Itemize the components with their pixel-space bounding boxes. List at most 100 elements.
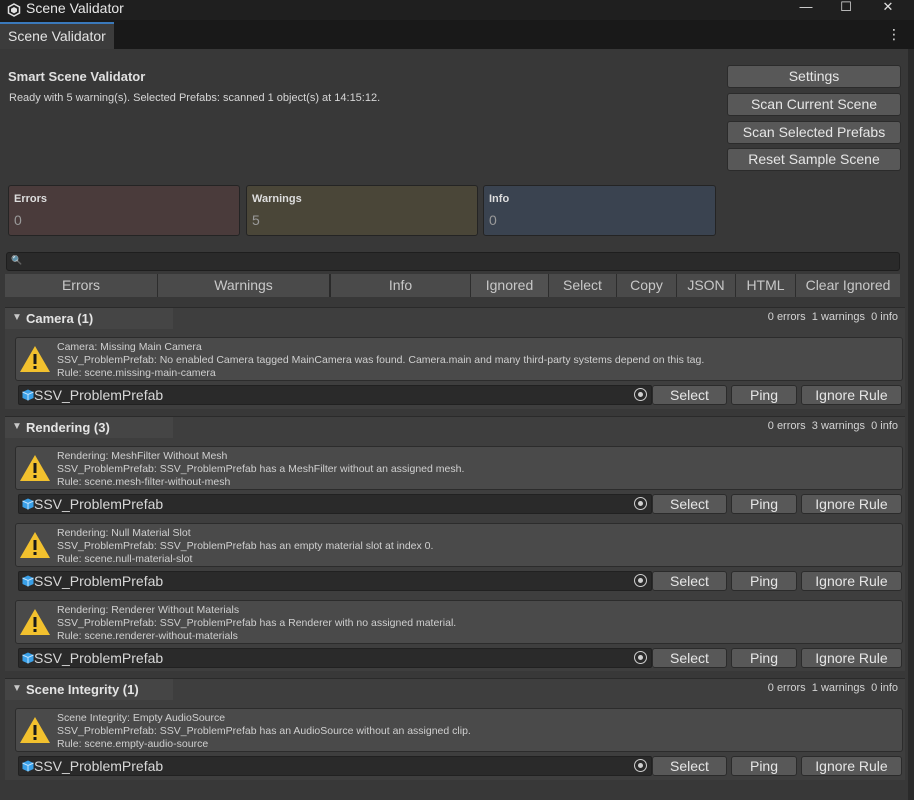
- ignored-filter-toggle[interactable]: Ignored: [471, 274, 549, 297]
- select-button[interactable]: Select: [652, 571, 727, 591]
- prefab-cube-icon: [22, 652, 34, 664]
- foldout-triangle-icon[interactable]: ▼: [12, 421, 22, 432]
- tab-strip: Scene Validator ⋮: [0, 20, 914, 49]
- prefab-cube-icon: [22, 389, 34, 401]
- maximize-button[interactable]: ☐: [826, 0, 866, 16]
- select-button[interactable]: Select: [652, 648, 727, 668]
- issue-rule: Rule: scene.mesh-filter-without-mesh: [57, 476, 231, 488]
- group-camera: ▼ Camera (1) 0 errors 1 warnings 0 info …: [5, 307, 905, 409]
- group-header[interactable]: ▼ Scene Integrity (1): [5, 679, 173, 700]
- ping-button[interactable]: Ping: [731, 385, 797, 405]
- minimize-button[interactable]: —: [786, 0, 826, 16]
- group-header[interactable]: ▼ Camera (1): [5, 308, 173, 329]
- settings-button[interactable]: Settings: [727, 65, 901, 88]
- warnings-stat-value: 5: [252, 212, 260, 228]
- issue-detail: SSV_ProblemPrefab: SSV_ProblemPrefab has…: [57, 463, 465, 475]
- issue-title: Scene Integrity: Empty AudioSource: [57, 712, 226, 724]
- warning-icon: [20, 346, 50, 372]
- foldout-triangle-icon[interactable]: ▼: [12, 312, 22, 323]
- issue-detail: SSV_ProblemPrefab: SSV_ProblemPrefab has…: [57, 540, 434, 552]
- group-counts: 0 errors 3 warnings 0 info: [767, 420, 898, 432]
- ping-button[interactable]: Ping: [731, 571, 797, 591]
- export-json-button[interactable]: JSON: [677, 274, 736, 297]
- issue-title: Camera: Missing Main Camera: [57, 341, 202, 353]
- ignore-rule-button[interactable]: Ignore Rule: [801, 571, 902, 591]
- object-picker-icon[interactable]: [634, 388, 647, 401]
- prefab-cube-icon: [22, 760, 34, 772]
- search-input[interactable]: 🔍: [6, 252, 900, 271]
- clear-ignored-button[interactable]: Clear Ignored: [796, 274, 900, 297]
- object-name: SSV_ProblemPrefab: [34, 573, 164, 589]
- export-html-button[interactable]: HTML: [736, 274, 796, 297]
- info-stat-box: Info 0: [483, 185, 716, 236]
- ping-button[interactable]: Ping: [731, 648, 797, 668]
- ping-button[interactable]: Ping: [731, 494, 797, 514]
- issue-detail: SSV_ProblemPrefab: SSV_ProblemPrefab has…: [57, 617, 457, 629]
- ignore-rule-button[interactable]: Ignore Rule: [801, 385, 902, 405]
- object-picker-icon[interactable]: [634, 497, 647, 510]
- group-header[interactable]: ▼ Rendering (3): [5, 417, 173, 438]
- issue-message-box: Rendering: Null Material Slot SSV_Proble…: [15, 523, 903, 567]
- tab-scene-validator[interactable]: Scene Validator: [0, 22, 114, 49]
- object-picker-icon[interactable]: [634, 759, 647, 772]
- object-field[interactable]: SSV_ProblemPrefab: [18, 648, 652, 668]
- group-counts: 0 errors 1 warnings 0 info: [767, 311, 898, 323]
- select-button[interactable]: Select: [652, 494, 727, 514]
- object-name: SSV_ProblemPrefab: [34, 387, 164, 403]
- foldout-triangle-icon[interactable]: ▼: [12, 683, 22, 694]
- issue-message-box: Rendering: MeshFilter Without Mesh SSV_P…: [15, 446, 903, 490]
- object-picker-icon[interactable]: [634, 651, 647, 664]
- scan-current-scene-button[interactable]: Scan Current Scene: [727, 93, 901, 116]
- copy-button[interactable]: Copy: [617, 274, 677, 297]
- object-field[interactable]: SSV_ProblemPrefab: [18, 756, 652, 776]
- search-icon: 🔍: [11, 255, 23, 265]
- window-title-bar: Scene Validator — ☐ ✕: [0, 0, 914, 20]
- issue-title: Rendering: Null Material Slot: [57, 527, 191, 539]
- ignore-rule-button[interactable]: Ignore Rule: [801, 494, 902, 514]
- issue-rule: Rule: scene.missing-main-camera: [57, 367, 216, 379]
- object-name: SSV_ProblemPrefab: [34, 496, 164, 512]
- ignore-rule-button[interactable]: Ignore Rule: [801, 756, 902, 776]
- info-filter-toggle[interactable]: Info: [331, 274, 471, 297]
- warning-icon: [20, 455, 50, 481]
- prefab-cube-icon: [22, 498, 34, 510]
- group-title: Camera (1): [26, 311, 94, 326]
- issue-title: Rendering: MeshFilter Without Mesh: [57, 450, 228, 462]
- ping-button[interactable]: Ping: [731, 756, 797, 776]
- issue-title: Rendering: Renderer Without Materials: [57, 604, 240, 616]
- warning-icon: [20, 609, 50, 635]
- object-field[interactable]: SSV_ProblemPrefab: [18, 494, 652, 514]
- tab-menu-icon[interactable]: ⋮: [887, 26, 901, 42]
- object-field[interactable]: SSV_ProblemPrefab: [18, 571, 652, 591]
- warnings-filter-toggle[interactable]: Warnings: [158, 274, 331, 297]
- issue-message-box: Camera: Missing Main Camera SSV_ProblemP…: [15, 337, 903, 381]
- issue-rule: Rule: scene.empty-audio-source: [57, 738, 209, 750]
- warning-icon: [20, 717, 50, 743]
- info-stat-label: Info: [489, 193, 510, 205]
- object-name: SSV_ProblemPrefab: [34, 758, 164, 774]
- select-button[interactable]: Select: [652, 385, 727, 405]
- group-rendering: ▼ Rendering (3) 0 errors 3 warnings 0 in…: [5, 416, 905, 671]
- scan-selected-prefabs-button[interactable]: Scan Selected Prefabs: [727, 121, 901, 144]
- close-button[interactable]: ✕: [868, 0, 908, 16]
- group-scene-integrity: ▼ Scene Integrity (1) 0 errors 1 warning…: [5, 678, 905, 780]
- prefab-cube-icon: [22, 575, 34, 587]
- errors-filter-toggle[interactable]: Errors: [5, 274, 158, 297]
- info-stat-value: 0: [489, 212, 497, 228]
- object-picker-icon[interactable]: [634, 574, 647, 587]
- group-title: Scene Integrity (1): [26, 682, 139, 697]
- filter-toolbar: Errors Warnings Info Ignored Select Copy…: [5, 274, 900, 297]
- object-name: SSV_ProblemPrefab: [34, 650, 164, 666]
- window-edge: [908, 49, 914, 800]
- select-all-button[interactable]: Select: [549, 274, 617, 297]
- reset-sample-scene-button[interactable]: Reset Sample Scene: [727, 148, 901, 171]
- object-field[interactable]: SSV_ProblemPrefab: [18, 385, 652, 405]
- issue-message-box: Scene Integrity: Empty AudioSource SSV_P…: [15, 708, 903, 752]
- select-button[interactable]: Select: [652, 756, 727, 776]
- group-title: Rendering (3): [26, 420, 110, 435]
- errors-stat-label: Errors: [14, 193, 48, 205]
- window-title: Scene Validator: [26, 0, 124, 16]
- warning-icon: [20, 532, 50, 558]
- ignore-rule-button[interactable]: Ignore Rule: [801, 648, 902, 668]
- errors-stat-value: 0: [14, 212, 22, 228]
